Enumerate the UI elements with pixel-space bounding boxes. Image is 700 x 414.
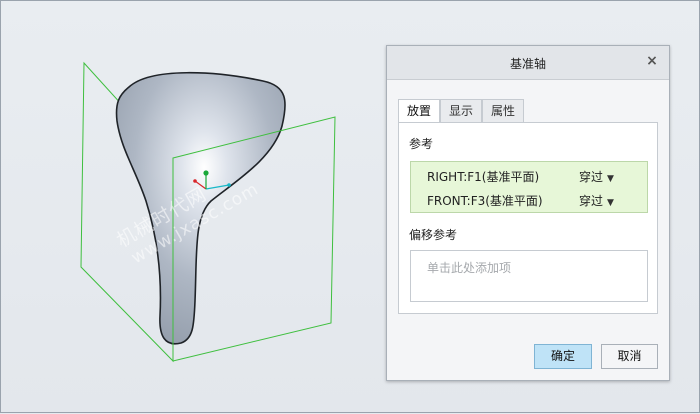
tab-properties[interactable]: 属性 (482, 99, 525, 122)
placement-panel: 参考 RIGHT:F1(基准平面) 穿过 ▼ FRONT:F3(基准平面) 穿过 ▼… (398, 122, 658, 314)
cancel-button[interactable]: 取消 (601, 344, 658, 369)
references-label: 参考 (409, 137, 434, 151)
offset-references-list[interactable]: 单击此处添加项 (410, 250, 648, 302)
reference-type-label: 穿过 (579, 194, 604, 208)
tab-placement[interactable]: 放置 (398, 99, 441, 123)
reference-row-front[interactable]: FRONT:F3(基准平面) 穿过 ▼ (411, 189, 647, 211)
ok-button[interactable]: 确定 (534, 344, 592, 369)
offset-placeholder: 单击此处添加项 (427, 261, 512, 275)
reference-name: FRONT:F3(基准平面) (427, 194, 543, 208)
reference-row-right[interactable]: RIGHT:F1(基准平面) 穿过 ▼ (411, 165, 647, 187)
chevron-down-icon: ▼ (607, 198, 614, 208)
chevron-down-icon: ▼ (607, 174, 614, 184)
dialog-titlebar[interactable]: 基准轴 × (387, 46, 669, 80)
reference-type-dropdown[interactable]: 穿过 ▼ (579, 168, 614, 185)
reference-type-dropdown[interactable]: 穿过 ▼ (579, 192, 614, 209)
close-icon[interactable]: × (644, 53, 660, 69)
reference-type-label: 穿过 (579, 170, 604, 184)
dialog-title: 基准轴 (509, 57, 546, 71)
tab-bar: 放置 显示 属性 (398, 99, 525, 123)
offset-references-label: 偏移参考 (409, 228, 458, 242)
tab-display[interactable]: 显示 (440, 99, 483, 122)
datum-axis-dialog: 基准轴 × 放置 显示 属性 参考 RIGHT:F1(基准平面) 穿过 ▼ FRO… (386, 45, 670, 381)
reference-name: RIGHT:F1(基准平面) (427, 170, 540, 184)
references-list[interactable]: RIGHT:F1(基准平面) 穿过 ▼ FRONT:F3(基准平面) 穿过 ▼ (410, 161, 648, 213)
